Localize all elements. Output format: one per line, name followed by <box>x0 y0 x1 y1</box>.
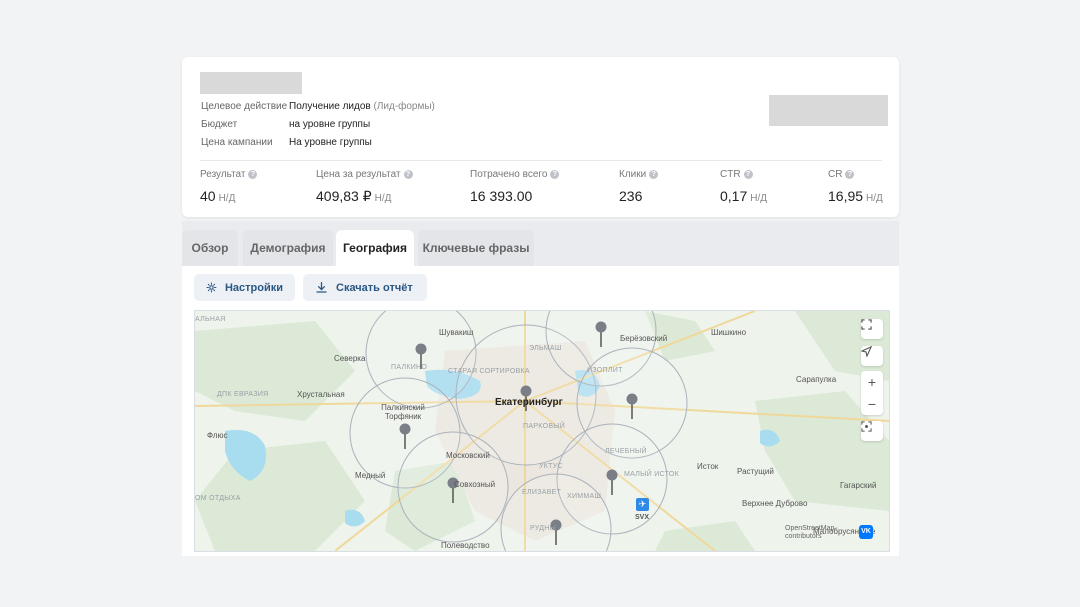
metric-label: Клики <box>619 169 647 180</box>
help-icon[interactable]: ? <box>649 170 659 179</box>
metric-label: CR <box>828 169 843 180</box>
map-label: Гагарский <box>840 481 877 490</box>
map-label: ПАРКОВЫЙ <box>523 423 566 430</box>
metric-value: 0,17 <box>720 188 748 204</box>
metric-label: Цена за результат <box>316 169 401 180</box>
zoom-controls: + − <box>861 371 883 415</box>
metric-cost-per-result: Цена за результат? 409,83 ₽ Н/Д <box>316 169 413 205</box>
map-label: Палкинский Торфяник <box>381 403 425 421</box>
screenshot-button[interactable] <box>861 421 883 441</box>
info-hint: (Лид-формы) <box>373 101 435 112</box>
info-value: на уровне группы <box>289 119 371 130</box>
campaign-title-placeholder <box>200 72 302 94</box>
divider <box>200 160 882 161</box>
metric-na: Н/Д <box>750 193 768 204</box>
zoom-in-button[interactable]: + <box>861 371 883 393</box>
info-key: Целевое действие <box>201 101 288 112</box>
map-label: ПАЛКИНО <box>391 364 428 371</box>
help-icon[interactable]: ? <box>248 170 258 179</box>
geolocation-button[interactable] <box>861 346 883 366</box>
metric-label: Результат <box>200 169 246 180</box>
help-icon[interactable]: ? <box>403 170 413 179</box>
map-label: Совхозный <box>454 480 496 489</box>
metric-ctr: CTR? 0,17 Н/Д <box>720 169 767 204</box>
focus-icon <box>861 421 872 432</box>
settings-button[interactable]: Настройки <box>194 274 295 301</box>
metric-value: 40 <box>200 188 216 204</box>
geography-map[interactable]: АЛЬНАЯ Шувакиш Северка ПАЛКИНО СТАРАЯ СО… <box>194 310 890 552</box>
map-label: Северка <box>334 354 366 363</box>
location-arrow-icon <box>861 346 872 357</box>
fullscreen-button[interactable] <box>861 319 883 339</box>
download-report-button[interactable]: Скачать отчёт <box>303 274 427 301</box>
map-label: ЭЛЬМАШ <box>529 345 562 352</box>
info-row-target-action: Целевое действие Получение лидов (Лид-фо… <box>201 101 435 112</box>
map-label-city: Екатеринбург <box>495 397 563 408</box>
metric-na: Н/Д <box>374 193 392 204</box>
metric-value: 16 393.00 <box>470 188 533 204</box>
zoom-out-button[interactable]: − <box>861 393 883 415</box>
metric-label: Потрачено всего <box>470 169 548 180</box>
expand-icon <box>861 319 872 330</box>
map-label-airport: SVX <box>635 514 650 521</box>
settings-label: Настройки <box>224 281 283 294</box>
metric-value: 236 <box>619 188 643 204</box>
map-label: Исток <box>697 462 719 471</box>
metric-na: Н/Д <box>866 193 883 204</box>
map-label: ИЗОПЛИТ <box>587 367 623 374</box>
info-key: Бюджет <box>201 119 238 130</box>
info-key: Цена кампании <box>201 137 273 148</box>
map-label: Верхнее Дуброво <box>742 499 808 508</box>
map-label: ДПК ЕВРАЗИЯ <box>217 391 269 398</box>
map-label: МАЛЫЙ ИСТОК <box>624 471 680 478</box>
map-label: АЛЬНАЯ <box>195 316 226 323</box>
map-label: УКТУС <box>539 463 563 470</box>
map-label: ЛЕЧЕБНЫЙ <box>605 448 647 455</box>
download-icon <box>316 281 327 293</box>
map-label: Берёзовский <box>620 334 668 343</box>
tab-keywords[interactable]: Ключевые фразы <box>418 230 534 266</box>
help-icon[interactable]: ? <box>845 170 855 179</box>
map-label: СТАРАЯ СОРТИРОВКА <box>448 368 530 375</box>
help-icon[interactable]: ? <box>743 170 753 179</box>
geography-panel: Настройки Скачать отчёт АЛЬНАЯ Шувакиш С… <box>182 266 899 556</box>
map-label: РУДНЫ <box>530 525 557 532</box>
tab-geography[interactable]: География <box>336 230 414 266</box>
map-label: Полеводство <box>441 541 490 550</box>
tab-overview[interactable]: Обзор <box>182 230 238 266</box>
metric-value: 409,83 ₽ <box>316 188 372 204</box>
map-attribution[interactable]: OpenStreetMap contributors <box>785 525 845 541</box>
info-value: На уровне группы <box>289 137 372 148</box>
download-label: Скачать отчёт <box>336 281 413 294</box>
help-icon[interactable]: ? <box>550 170 560 179</box>
info-row-price: Цена кампании На уровне группы <box>201 137 372 148</box>
tab-demography[interactable]: Демография <box>243 230 333 266</box>
metric-result: Результат? 40 Н/Д <box>200 169 258 204</box>
map-label: ОМ ОТДЫХА <box>195 495 241 502</box>
map-label: Шувакиш <box>439 328 474 337</box>
campaign-card: Целевое действие Получение лидов (Лид-фо… <box>182 57 899 217</box>
metric-spent-total: Потрачено всего? 16 393.00 <box>470 169 560 204</box>
campaign-status-placeholder <box>769 95 888 126</box>
map-label: Шишкино <box>711 328 747 337</box>
metric-label: CTR <box>720 169 741 180</box>
metric-clicks: Клики? 236 <box>619 169 659 204</box>
map-label: ХИММАШ <box>567 493 602 500</box>
map-label: Хрустальная <box>297 390 345 399</box>
info-row-budget: Бюджет на уровне группы <box>201 119 370 130</box>
metric-cr: CR? 16,95 Н/Д <box>828 169 883 204</box>
map-label: Медный <box>355 471 386 480</box>
map-label: ЕЛИЗАВЕТ <box>522 489 562 496</box>
metric-na: Н/Д <box>218 193 236 204</box>
info-value: Получение лидов <box>289 101 371 112</box>
map-label: Сарапулка <box>796 375 837 384</box>
vk-logo-icon: VK <box>859 525 873 539</box>
map-label: Флюс <box>207 431 228 440</box>
airport-icon: ✈ <box>636 498 649 511</box>
tabs-bar: Обзор Демография География Ключевые фраз… <box>182 221 899 266</box>
metric-value: 16,95 <box>828 188 864 204</box>
gear-icon <box>206 282 217 293</box>
map-label: Растущий <box>737 467 774 476</box>
map-label: Московский <box>446 451 490 460</box>
